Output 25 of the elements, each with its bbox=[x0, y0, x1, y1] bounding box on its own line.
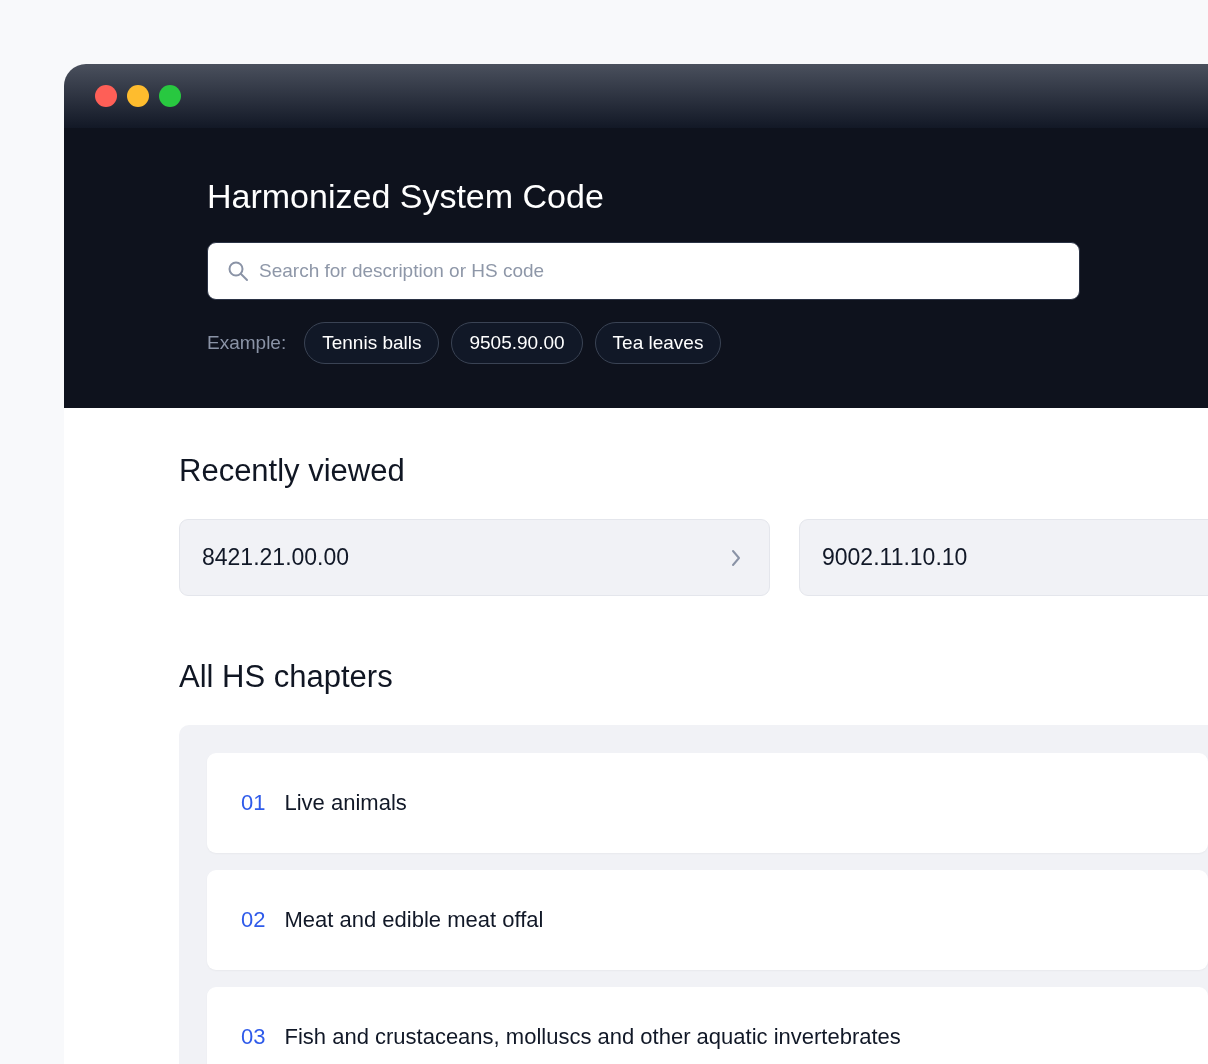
hs-code: 8421.21.00.00 bbox=[202, 544, 350, 571]
recent-code-card[interactable]: 8421.21.00.00 bbox=[179, 519, 770, 596]
section-heading: Recently viewed bbox=[179, 452, 406, 490]
chevron-right-icon bbox=[731, 548, 741, 567]
chapter-number: 03 bbox=[241, 1024, 266, 1050]
example-chip[interactable]: 9505.90.00 bbox=[451, 322, 583, 364]
chapter-row[interactable]: 01 Live animals bbox=[207, 753, 1208, 853]
example-chip[interactable]: Tennis balls bbox=[304, 322, 440, 364]
section-heading: All HS chapters bbox=[179, 658, 394, 696]
recent-code-card[interactable]: 9002.11.10.10 bbox=[799, 519, 1208, 596]
search-field[interactable]: Search for description or HS code bbox=[207, 242, 1080, 300]
chapter-title: Live animals bbox=[284, 790, 407, 816]
chapter-number: 01 bbox=[241, 790, 266, 816]
chapter-title: Fish and crustaceans, molluscs and other aquatic invertebrates bbox=[284, 1024, 901, 1050]
maximize-button[interactable] bbox=[159, 85, 181, 107]
example-label: Example: bbox=[207, 332, 287, 354]
close-button[interactable] bbox=[95, 85, 117, 107]
page-title: Harmonized System Code bbox=[207, 176, 605, 216]
chapter-title: Meat and edible meat offal bbox=[284, 907, 544, 933]
example-chip[interactable]: Tea leaves bbox=[594, 322, 722, 364]
minimize-button[interactable] bbox=[127, 85, 149, 107]
chapter-row[interactable]: 03 Fish and crustaceans, molluscs and other aquatic invertebrates bbox=[207, 987, 1208, 1064]
hs-code: 9002.11.10.10 bbox=[822, 544, 968, 571]
chapter-row[interactable]: 02 Meat and edible meat offal bbox=[207, 870, 1208, 970]
chapter-number: 02 bbox=[241, 907, 266, 933]
